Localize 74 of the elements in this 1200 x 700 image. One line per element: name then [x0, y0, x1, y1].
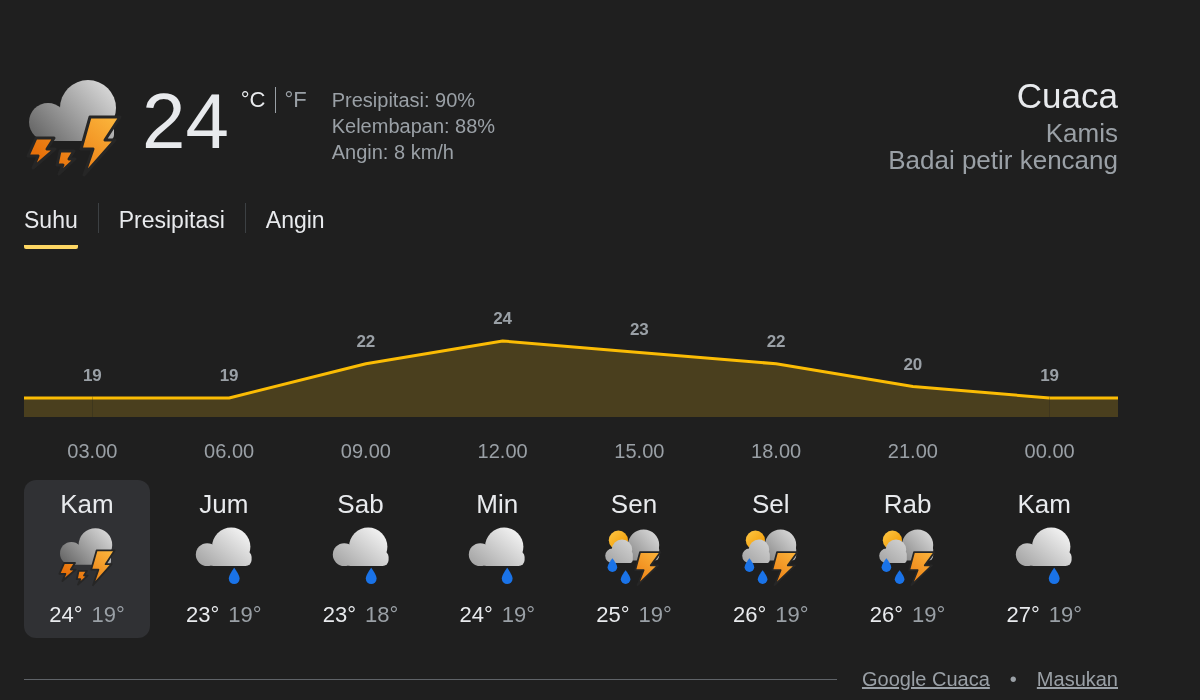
x-axis-tick-label: 12.00 — [477, 440, 528, 462]
low-temperature: 18° — [365, 602, 399, 628]
weather-detail: Presipitasi: 90% — [331, 88, 477, 113]
day-card[interactable]: Sen 25° 19° — [571, 480, 697, 638]
low-temperature: 19° — [638, 602, 672, 628]
rain-cloud-icon — [330, 527, 391, 587]
rain-cloud-icon — [1014, 527, 1075, 587]
day-name: Jum — [199, 489, 249, 519]
data-label: 20 — [903, 354, 923, 374]
day-name: Sab — [337, 489, 384, 519]
day-card[interactable]: Sel 26° 19° — [707, 480, 834, 638]
data-label: 19 — [82, 366, 102, 385]
high-temperature: 24° — [459, 602, 493, 628]
footer-link[interactable]: Masukan — [1036, 667, 1118, 691]
sun-cloud-rain-thunder-icon — [740, 527, 801, 587]
x-axis-tick-label: 06.00 — [204, 440, 255, 462]
day-card[interactable]: Sab 23° 18° — [297, 480, 424, 638]
weather-condition: Badai petir kencang — [888, 147, 1118, 173]
unit-toggle[interactable]: °C — [240, 87, 266, 113]
chart-tab[interactable]: Presipitasi — [118, 207, 225, 249]
low-temperature: 19° — [1048, 602, 1083, 628]
high-temperature: 23° — [322, 602, 356, 628]
weather-detail: Angin: 8 km/h — [331, 140, 455, 165]
thunder-cloud-icon — [24, 78, 124, 178]
x-axis-tick-label: 15.00 — [614, 440, 665, 462]
low-temperature: 19° — [775, 602, 809, 628]
day-card[interactable]: Min 24° 19° — [434, 480, 561, 638]
separator-dot: • — [1009, 667, 1017, 691]
x-axis-tick-label: 03.00 — [67, 440, 118, 462]
current-temperature: 24 — [142, 82, 229, 160]
x-axis-tick-label: 21.00 — [887, 440, 938, 462]
day-name: Rab — [883, 489, 932, 519]
picture-area-edge — [1049, 396, 1118, 417]
day-name: Kam — [1017, 489, 1071, 519]
data-label: 19 — [219, 366, 239, 385]
weather-title: Cuaca — [1016, 77, 1118, 115]
data-label: 22 — [356, 331, 376, 351]
data-label: 19 — [1040, 366, 1060, 385]
day-card[interactable]: Kam 24° 19° — [24, 480, 150, 638]
day-name: Sen — [610, 489, 658, 519]
low-temperature: 19° — [228, 602, 262, 628]
x-axis-tick-label: 18.00 — [751, 440, 802, 462]
low-temperature: 19° — [501, 602, 536, 628]
high-temperature: 23° — [185, 602, 220, 628]
rain-cloud-icon — [193, 527, 254, 587]
high-temperature: 25° — [596, 602, 630, 628]
day-name: Min — [476, 489, 519, 519]
chart-tab[interactable]: Angin — [265, 207, 325, 249]
low-temperature: 19° — [912, 602, 946, 628]
thunder-cloud-icon — [57, 527, 117, 587]
data-label: 23 — [629, 320, 649, 340]
weather-detail: Kelembapan: 88% — [331, 114, 496, 139]
sun-cloud-rain-thunder-icon — [604, 527, 664, 587]
picture-area-edge — [24, 396, 93, 417]
data-label: 22 — [766, 331, 786, 351]
day-name: Kam — [60, 489, 114, 519]
x-axis-tick-label: 09.00 — [340, 440, 391, 462]
high-temperature: 26° — [732, 602, 767, 628]
weather-day: Kamis — [1045, 119, 1118, 147]
x-axis-tick-label: 00.00 — [1024, 440, 1075, 462]
high-temperature: 24° — [49, 602, 83, 628]
unit-toggle[interactable]: °F — [284, 87, 307, 113]
high-temperature: 27° — [1006, 602, 1040, 628]
low-temperature: 19° — [91, 602, 125, 628]
day-card[interactable]: Jum 23° 19° — [160, 480, 287, 638]
day-card[interactable]: Kam 27° 19° — [981, 480, 1108, 638]
chart-tab[interactable]: Suhu — [24, 207, 78, 249]
sun-cloud-rain-thunder-icon — [877, 527, 938, 587]
rain-cloud-icon — [467, 527, 528, 587]
footer-link[interactable]: Google Cuaca — [861, 667, 990, 691]
data-label: 24 — [493, 309, 513, 328]
high-temperature: 26° — [869, 602, 903, 628]
day-card[interactable]: Rab 26° 19° — [844, 480, 971, 638]
day-name: Sel — [751, 489, 790, 519]
